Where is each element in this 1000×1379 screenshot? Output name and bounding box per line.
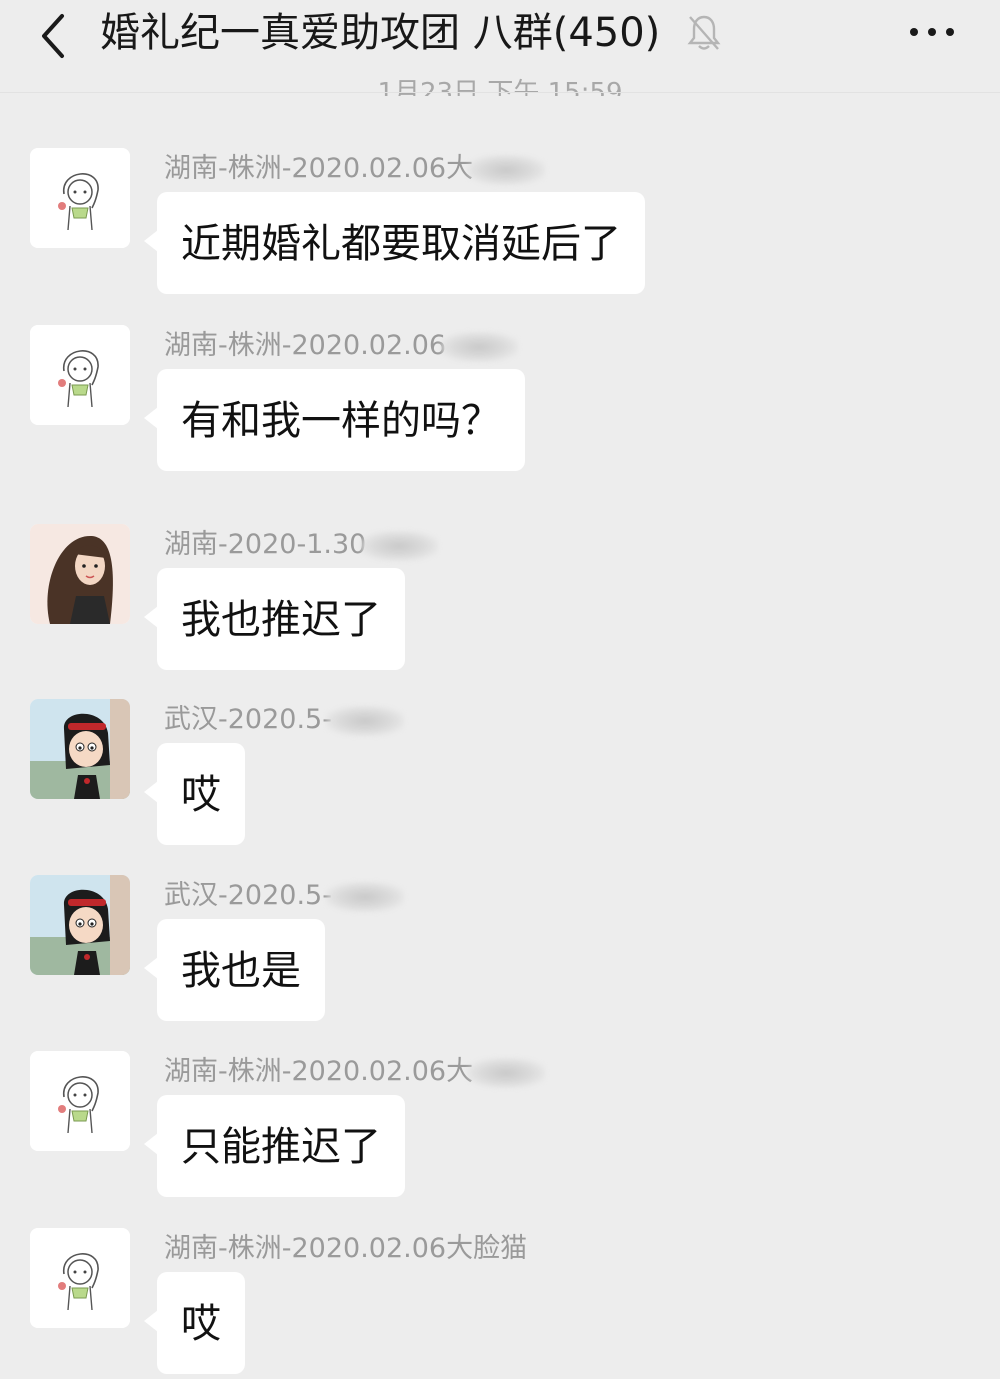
girl-sketch-icon xyxy=(30,1051,130,1151)
message-bubble[interactable]: 只能推迟了 xyxy=(144,1095,405,1197)
message-bubble[interactable]: 近期婚礼都要取消延后了 xyxy=(144,192,645,294)
message-bubble[interactable]: 我也推迟了 xyxy=(144,568,405,670)
message-bubble[interactable]: 有和我一样的吗？ xyxy=(144,369,525,471)
message-bubble[interactable]: 哎 xyxy=(144,743,245,845)
chevron-left-icon[interactable] xyxy=(34,12,74,60)
girl-sketch-avatar[interactable] xyxy=(30,1051,130,1151)
girl-sketch-icon xyxy=(30,148,130,248)
princess-icon xyxy=(30,524,130,624)
girl-sketch-icon xyxy=(30,325,130,425)
message-bubble[interactable]: 哎 xyxy=(144,1272,245,1374)
girl-sketch-icon xyxy=(30,1228,130,1328)
redacted-name xyxy=(325,705,404,736)
sender-name: 湖南-株洲-2020.02.06大脸猫 xyxy=(164,1233,528,1264)
girl-sketch-avatar[interactable] xyxy=(30,325,130,425)
sender-name: 武汉-2020.5- xyxy=(164,879,404,913)
cartoon-girl-avatar[interactable] xyxy=(30,875,130,975)
girl-sketch-avatar[interactable] xyxy=(30,1228,130,1328)
sender-name: 武汉-2020.5- xyxy=(164,703,404,737)
redacted-name xyxy=(440,331,519,362)
girl-sketch-avatar[interactable] xyxy=(30,148,130,248)
redacted-name xyxy=(467,1057,546,1088)
sender-name: 湖南-株洲-2020.02.06大 xyxy=(164,152,546,186)
cartoon-girl-avatar[interactable] xyxy=(30,699,130,799)
cartoon-girl-icon xyxy=(30,875,130,975)
redacted-name xyxy=(360,530,439,561)
more-dots-icon[interactable] xyxy=(908,16,956,48)
bell-off-icon xyxy=(687,15,721,50)
sender-name: 湖南-株洲-2020.02.06大 xyxy=(164,1055,546,1089)
redacted-name xyxy=(467,154,546,185)
chat-title: 婚礼纪一真爱助攻团 八群(450) xyxy=(100,10,661,56)
sender-name: 湖南-2020-1.30 xyxy=(164,528,439,562)
sender-name: 湖南-株洲-2020.02.06 xyxy=(164,329,519,363)
cartoon-girl-icon xyxy=(30,699,130,799)
header-divider xyxy=(0,92,1000,93)
redacted-name xyxy=(325,881,404,912)
princess-avatar[interactable] xyxy=(30,524,130,624)
message-bubble[interactable]: 我也是 xyxy=(144,919,325,1021)
